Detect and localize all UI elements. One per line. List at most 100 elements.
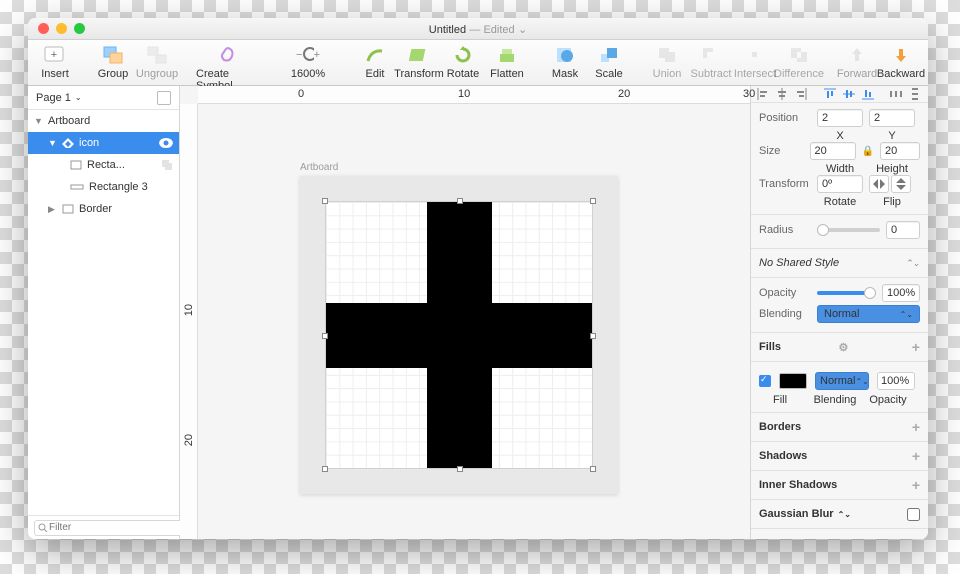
gear-icon[interactable]: ⚙ <box>838 341 848 354</box>
close-window-button[interactable] <box>38 23 49 34</box>
opacity-slider[interactable] <box>817 291 876 295</box>
flatten-button[interactable]: Flatten <box>488 44 526 80</box>
transform-label: Transform <box>759 178 811 190</box>
blur-header[interactable]: Gaussian Blur⌃⌄+ <box>751 500 928 529</box>
blending-label: Blending <box>759 308 811 320</box>
handle-se[interactable] <box>590 466 596 472</box>
layer-filter-input[interactable] <box>34 520 196 536</box>
align-bar <box>751 86 928 103</box>
shadows-header[interactable]: Shadows+ <box>751 442 928 471</box>
dist-v-icon[interactable] <box>907 86 924 102</box>
selection-box <box>324 200 594 470</box>
blur-checkbox[interactable] <box>907 508 920 521</box>
layers-footer: ✎ 0 <box>28 515 179 539</box>
flip-v-button[interactable] <box>891 175 911 193</box>
minimize-window-button[interactable] <box>56 23 67 34</box>
page-name: Page 1 <box>36 92 71 104</box>
position-x-input[interactable] <box>817 109 863 127</box>
svg-text:+: + <box>51 49 57 61</box>
horizontal-ruler[interactable]: 0 10 20 30 <box>198 86 750 104</box>
layer-icon[interactable]: ▼icon <box>28 132 179 154</box>
opacity-label: Opacity <box>759 287 811 299</box>
maximize-window-button[interactable] <box>74 23 85 34</box>
inspector-panel: Position XY Size🔒 WidthHeight Transform … <box>750 86 928 539</box>
add-inner-shadow-button[interactable]: + <box>912 477 920 493</box>
align-bottom-icon[interactable] <box>859 86 876 102</box>
lock-icon[interactable]: 🔒 <box>862 146 874 157</box>
blending-select[interactable]: Normal⌃⌄ <box>817 305 920 323</box>
inner-shadows-header[interactable]: Inner Shadows+ <box>751 471 928 500</box>
fill-opacity-input[interactable] <box>877 372 915 390</box>
radius-panel: Radius <box>751 215 928 249</box>
document-title[interactable]: Untitled — Edited ⌄ <box>429 22 527 36</box>
handle-w[interactable] <box>322 333 328 339</box>
fill-color-swatch[interactable] <box>779 373 807 389</box>
page-selector[interactable]: Page 1⌄ <box>28 86 179 110</box>
layers-panel: Page 1⌄ ▼Artboard ▼icon Recta... Rectang… <box>28 86 180 539</box>
size-label: Size <box>759 145 804 157</box>
align-top-icon[interactable] <box>822 86 839 102</box>
add-fill-button[interactable]: + <box>912 339 920 355</box>
window-controls <box>28 23 85 34</box>
difference-button[interactable]: Difference <box>780 44 818 80</box>
forward-button[interactable]: Forward <box>838 44 876 80</box>
mask-button[interactable]: Mask <box>546 44 584 80</box>
title-text: Untitled <box>429 24 466 36</box>
layer-artboard[interactable]: ▼Artboard <box>28 110 179 132</box>
handle-s[interactable] <box>457 466 463 472</box>
vertical-ruler[interactable]: 10 20 <box>180 104 198 539</box>
align-vcenter-icon[interactable] <box>840 86 857 102</box>
scale-button[interactable]: Scale <box>590 44 628 80</box>
combine-icon[interactable] <box>161 159 173 171</box>
align-right-icon[interactable] <box>793 86 810 102</box>
handle-sw[interactable] <box>322 466 328 472</box>
rotate-input[interactable] <box>817 175 863 193</box>
subtract-button[interactable]: Subtract <box>692 44 730 80</box>
layer-border[interactable]: ▶Border <box>28 198 179 220</box>
dist-h-icon[interactable] <box>888 86 905 102</box>
visibility-icon[interactable] <box>159 138 173 148</box>
opacity-input[interactable] <box>882 284 920 302</box>
align-left-icon[interactable] <box>755 86 772 102</box>
transform-button[interactable]: Transform <box>400 44 438 80</box>
rotate-button[interactable]: Rotate <box>444 44 482 80</box>
handle-nw[interactable] <box>322 198 328 204</box>
group-button[interactable]: Group <box>94 44 132 80</box>
layer-rect1[interactable]: Recta... <box>28 154 179 176</box>
create-symbol-button[interactable]: Create Symbol <box>196 44 260 92</box>
zoom-control[interactable]: −+1600% <box>280 44 336 80</box>
flip-buttons <box>869 175 911 193</box>
width-input[interactable] <box>810 142 856 160</box>
handle-e[interactable] <box>590 333 596 339</box>
radius-input[interactable] <box>886 221 920 239</box>
borders-header[interactable]: Borders+ <box>751 413 928 442</box>
position-y-input[interactable] <box>869 109 915 127</box>
union-button[interactable]: Union <box>648 44 686 80</box>
flip-h-button[interactable] <box>869 175 889 193</box>
ungroup-button[interactable]: Ungroup <box>138 44 176 80</box>
toolbar: +Insert Group Ungroup Create Symbol −+16… <box>28 40 928 86</box>
intersect-button[interactable]: Intersect <box>736 44 774 80</box>
layer-rect2[interactable]: Rectangle 3 <box>28 176 179 198</box>
page-grid-icon[interactable] <box>157 91 171 105</box>
fill-blend-select[interactable]: Normal⌃⌄ <box>815 372 869 390</box>
insert-button[interactable]: +Insert <box>36 44 74 80</box>
fill-enabled-checkbox[interactable] <box>759 375 771 387</box>
handle-n[interactable] <box>457 198 463 204</box>
backward-button[interactable]: Backward <box>882 44 920 80</box>
add-shadow-button[interactable]: + <box>912 448 920 464</box>
add-export-button[interactable]: + <box>912 537 920 539</box>
layer-tree: ▼Artboard ▼icon Recta... Rectangle 3 ▶Bo… <box>28 110 179 515</box>
shared-style-selector[interactable]: No Shared Style⌃⌄ <box>751 249 928 278</box>
align-hcenter-icon[interactable] <box>774 86 791 102</box>
add-border-button[interactable]: + <box>912 419 920 435</box>
edit-button[interactable]: Edit <box>356 44 394 80</box>
artboard-label[interactable]: Artboard <box>300 162 338 173</box>
radius-slider[interactable] <box>817 228 880 232</box>
height-input[interactable] <box>880 142 920 160</box>
title-state: — Edited <box>469 24 514 36</box>
handle-ne[interactable] <box>590 198 596 204</box>
canvas[interactable]: Artboard <box>198 104 750 539</box>
canvas-area: 0 10 20 30 10 20 Artboard <box>180 86 750 539</box>
export-section[interactable]: Make Exportable+ <box>751 529 928 539</box>
